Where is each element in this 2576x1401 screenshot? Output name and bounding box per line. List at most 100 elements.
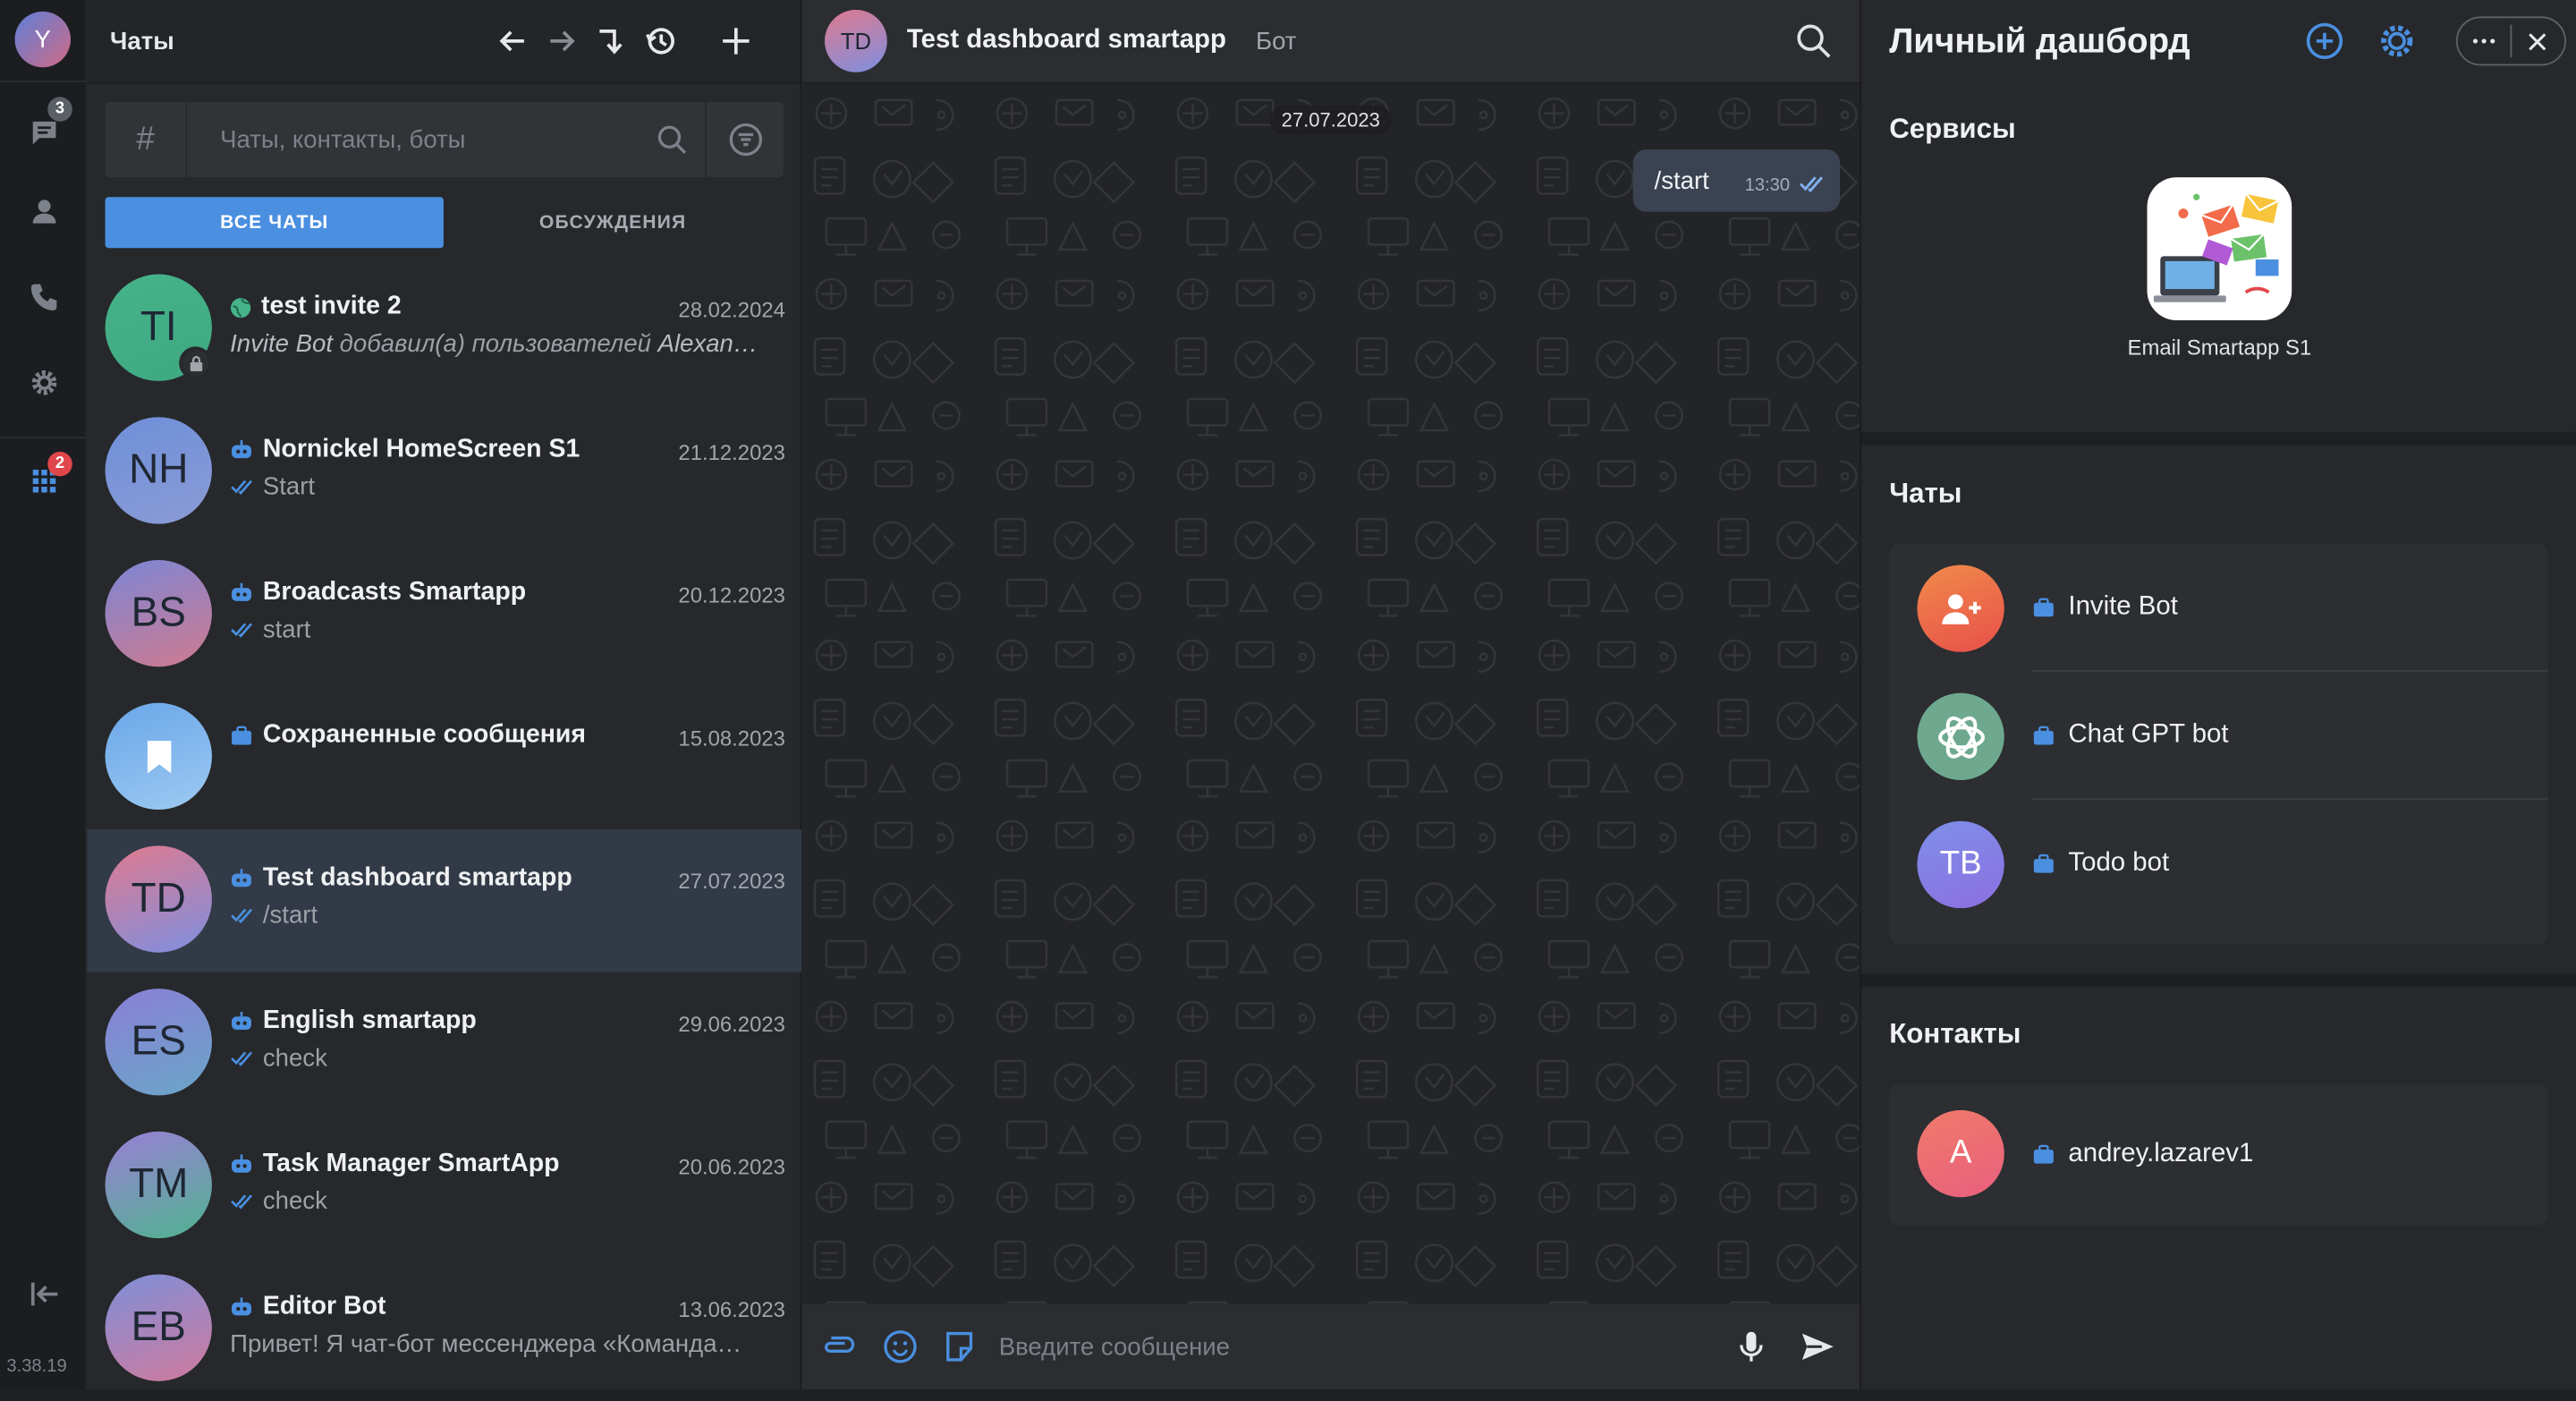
dashboard-contact-item[interactable]: A andrey.lazarev1 [1889, 1084, 2548, 1226]
globe-icon [230, 297, 251, 318]
message-input[interactable] [998, 1332, 1722, 1361]
chat-search-input[interactable] [187, 101, 640, 178]
chat-name: English smartapp [230, 1006, 477, 1036]
briefcase-icon [2033, 1144, 2054, 1164]
briefcase-icon [2033, 598, 2054, 617]
bot-icon [231, 582, 252, 601]
dashboard-title: Личный дашборд [1889, 21, 2190, 61]
chat-list-item-selected[interactable]: TD Test dashboard smartapp 27.07.2023 /s… [87, 829, 802, 972]
search-icon[interactable] [639, 102, 704, 177]
chat-date: 21.12.2023 [678, 439, 785, 465]
section-divider [1860, 431, 2576, 446]
chat-background-pattern [801, 83, 1860, 1304]
lock-icon [179, 346, 212, 380]
todo-bot-avatar: TB [1917, 820, 2004, 909]
collapse-sidebar-icon[interactable] [23, 1273, 66, 1316]
chats-title: Чаты [110, 27, 174, 55]
calls-nav-icon[interactable] [23, 276, 66, 318]
chatgpt-bot-avatar [1917, 692, 2004, 780]
chat-name-text: Task Manager SmartApp [262, 1149, 560, 1178]
chats-section-title: Чаты [1889, 478, 1962, 510]
jump-to-icon[interactable] [587, 16, 636, 65]
apps-badge: 2 [47, 451, 72, 477]
close-icon[interactable] [2512, 18, 2564, 64]
preview-text: check [262, 1187, 327, 1216]
chat-list-item[interactable]: TM Task Manager SmartApp 20.06.2023 chec… [87, 1115, 801, 1258]
openai-logo-icon [1937, 715, 1984, 758]
message-composer [801, 1303, 1860, 1390]
chat-preview: start [230, 616, 782, 644]
avatar-initials: TD [131, 875, 186, 921]
preview-text: Start [262, 472, 316, 501]
back-arrow-icon[interactable] [487, 16, 537, 65]
sticker-icon[interactable] [930, 1304, 989, 1389]
conversation-pane: TD Test dashboard smartapp Бот 27.07.202… [801, 0, 1860, 1390]
service-tile[interactable]: Email Smartapp S1 [2113, 177, 2326, 360]
chat-name-text: Chat GPT bot [2068, 720, 2229, 750]
conversation-avatar[interactable]: TD [825, 10, 887, 72]
add-widget-icon[interactable] [2305, 21, 2344, 61]
more-options-icon[interactable] [2458, 18, 2511, 64]
chat-name-text: Сохраненные сообщения [262, 720, 587, 750]
send-icon[interactable] [1787, 1304, 1846, 1389]
bot-icon [231, 1011, 252, 1030]
conversation-title[interactable]: Test dashboard smartapp [907, 26, 1226, 55]
invite-bot-avatar [1917, 565, 2004, 652]
outgoing-message[interactable]: /start 13:30 [1632, 149, 1841, 212]
chat-list-item[interactable]: Сохраненные сообщения 15.08.2023 [87, 686, 801, 829]
settings-nav-icon[interactable] [23, 361, 66, 404]
avatar-initials: ES [131, 1018, 186, 1065]
chats-unread-badge: 3 [47, 97, 72, 122]
history-icon[interactable] [636, 16, 685, 65]
chat-preview: /start [230, 902, 782, 930]
microphone-icon[interactable] [1722, 1304, 1781, 1389]
chat-list-item[interactable]: TI test invite 2 28.02.2024 Invite Bot д… [87, 258, 801, 401]
read-checkmarks-icon [231, 908, 253, 924]
search-in-chat-icon[interactable] [1794, 21, 1834, 61]
avatar-initials: TM [129, 1160, 189, 1208]
chat-list-item[interactable]: ES English smartapp 29.06.2023 check [87, 972, 801, 1116]
tab-all-chats[interactable]: ВСЕ ЧАТЫ [105, 197, 444, 249]
chat-date: 28.02.2024 [678, 297, 785, 322]
chat-preview: Invite Bot добавил(а) пользователей Alex… [230, 330, 782, 358]
dashboard-chat-item[interactable]: Chat GPT bot [1889, 672, 2548, 800]
dashboard-settings-icon[interactable] [2377, 21, 2417, 61]
chat-list-item[interactable]: NH Nornickel HomeScreen S1 21.12.2023 St… [87, 401, 801, 544]
avatar-initials: A [1949, 1134, 1972, 1171]
chats-panel: Чаты # ВСЕ ЧАТЫ ОБСУЖДЕНИЯ TI test invit… [87, 0, 802, 1390]
contacts-nav-icon[interactable] [23, 191, 66, 234]
filter-icon[interactable] [704, 101, 784, 178]
chat-list-item[interactable]: BS Broadcasts Smartapp 20.12.2023 start [87, 544, 801, 687]
chat-name-text: Editor Bot [262, 1292, 386, 1320]
new-chat-plus-icon[interactable] [711, 16, 760, 65]
preview-text: check [262, 1044, 327, 1073]
chat-date: 20.06.2023 [678, 1154, 785, 1180]
message-text: /start [1654, 166, 1709, 195]
dashboard-chat-item[interactable]: Invite Bot [1889, 544, 2548, 672]
chat-name-text: English smartapp [262, 1006, 477, 1035]
read-checkmarks-icon [231, 623, 253, 638]
app-version: 3.38.19 [6, 1356, 67, 1377]
tab-discussions[interactable]: ОБСУЖДЕНИЯ [444, 197, 782, 248]
emoji-icon[interactable] [870, 1304, 929, 1389]
date-divider: 27.07.2023 [1269, 105, 1392, 135]
read-checkmarks-icon [231, 480, 253, 495]
chat-date: 15.08.2023 [678, 726, 785, 751]
chat-search-bar: # [105, 101, 784, 178]
dashboard-chat-item[interactable]: TB Todo bot [1889, 800, 2548, 928]
chat-avatar: TM [105, 1131, 212, 1239]
briefcase-icon [2033, 726, 2054, 745]
forward-arrow-icon[interactable] [538, 16, 587, 65]
rail-divider [0, 80, 88, 82]
chat-date: 27.07.2023 [678, 869, 785, 894]
services-title: Сервисы [1889, 113, 2016, 145]
contact-avatar: A [1917, 1109, 2004, 1198]
bot-icon [231, 439, 252, 459]
preview-text: Привет! Я чат-бот мессенджера «Команда… [230, 1329, 742, 1359]
attach-paperclip-icon[interactable] [811, 1304, 870, 1389]
chat-preview: check [230, 1045, 782, 1073]
chat-name-text: test invite 2 [261, 292, 402, 320]
chat-list-item[interactable]: EB Editor Bot 13.06.2023 Привет! Я чат-б… [87, 1258, 801, 1401]
hashtag-search-toggle[interactable]: # [106, 101, 188, 178]
my-avatar[interactable]: Y [14, 11, 71, 68]
